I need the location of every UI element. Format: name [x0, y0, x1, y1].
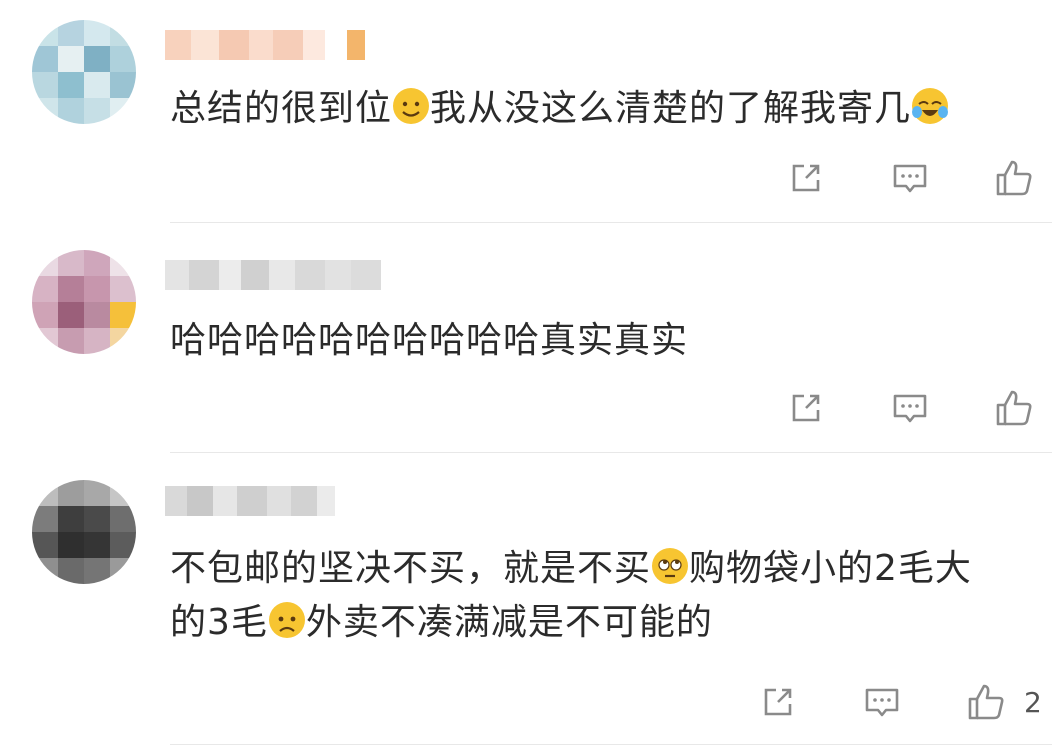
divider — [170, 222, 1052, 223]
comment-text-part: 我从没这么清楚的了解我寄几 — [430, 88, 912, 129]
smile-emoji-icon — [393, 88, 430, 124]
avatar[interactable] — [32, 480, 136, 584]
thumbs-up-icon[interactable] — [966, 682, 1006, 722]
divider — [170, 452, 1052, 453]
comment-item-2: 哈哈哈哈哈哈哈哈哈哈真实真实 — [0, 224, 1052, 454]
username-blurred[interactable] — [165, 30, 365, 60]
like-count: 2 — [1024, 686, 1042, 719]
comment-text: 不包邮的坚决不买，就是不买 购物袋小的2毛大 的3毛 外卖不凑满减是不可能的 — [170, 542, 972, 650]
username-blurred[interactable] — [165, 260, 381, 290]
comment-actions: 2 — [752, 682, 1052, 726]
comment-text: 哈哈哈哈哈哈哈哈哈哈真实真实 — [170, 314, 688, 368]
share-icon[interactable] — [786, 158, 826, 198]
comment-item-3: 不包邮的坚决不买，就是不买 购物袋小的2毛大 的3毛 外卖不凑满减是不可能的 2 — [0, 454, 1052, 750]
comment-text-part: 的3毛 — [170, 602, 268, 643]
comment-icon[interactable] — [862, 682, 902, 722]
comment-text-part: 不包邮的坚决不买，就是不买 — [170, 548, 652, 589]
eye-roll-emoji-icon — [652, 548, 689, 584]
divider — [170, 744, 1052, 745]
thumbs-up-icon[interactable] — [994, 388, 1034, 428]
comment-actions — [780, 388, 1052, 432]
comment-icon[interactable] — [890, 158, 930, 198]
comment-text-part: 哈哈哈哈哈哈哈哈哈哈真实真实 — [170, 320, 689, 361]
username-blurred[interactable] — [165, 486, 335, 516]
comment-actions — [780, 158, 1052, 202]
comment-text: 总结的很到位 我从没这么清楚的了解我寄几 — [170, 82, 949, 136]
thumbs-up-icon[interactable] — [994, 158, 1034, 198]
comment-item-1: 总结的很到位 我从没这么清楚的了解我寄几 — [0, 0, 1052, 224]
crying-laugh-emoji-icon — [912, 88, 949, 124]
comment-icon[interactable] — [890, 388, 930, 428]
comment-text-part: 购物袋小的2毛大 — [689, 548, 972, 589]
share-icon[interactable] — [758, 682, 798, 722]
comment-text-part: 总结的很到位 — [170, 88, 393, 129]
comment-text-part: 外卖不凑满减是不可能的 — [305, 602, 713, 643]
share-icon[interactable] — [786, 388, 826, 428]
avatar[interactable] — [32, 20, 136, 124]
avatar[interactable] — [32, 250, 136, 354]
frown-emoji-icon — [268, 602, 305, 638]
